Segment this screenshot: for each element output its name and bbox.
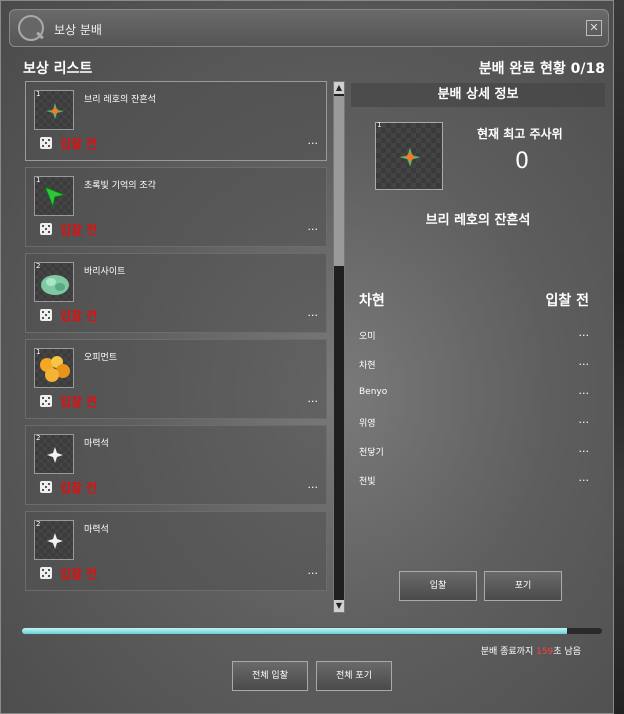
item-name: 브리 레호의 잔흔석: [84, 95, 156, 105]
crystal-icon: [47, 533, 63, 549]
bid-status: 입찰 전: [60, 395, 98, 409]
time-remaining-bar: [21, 627, 603, 635]
reward-item[interactable]: 1 브리 레호의 잔흔석 입찰 전 ...: [25, 81, 327, 161]
detail-item-slot: 1: [375, 121, 443, 190]
item-quantity: 2: [36, 520, 41, 528]
participant-roll: ...: [578, 471, 590, 484]
shuriken-icon: [46, 103, 64, 119]
reward-item[interactable]: 2 마력석 입찰 전 ...: [25, 425, 327, 505]
close-button[interactable]: ✕: [586, 20, 602, 36]
bid-all-button[interactable]: 전체 입찰: [232, 661, 308, 691]
participant-name: 차현: [359, 361, 376, 371]
participant-roll: ...: [578, 355, 590, 368]
item-name: 바리사이트: [84, 267, 126, 277]
more-button[interactable]: ...: [308, 306, 319, 319]
shuriken-icon: [399, 147, 421, 167]
scroll-thumb[interactable]: [334, 96, 344, 266]
participant-roll: ...: [578, 413, 590, 426]
reward-list: 1 브리 레호의 잔흔석 입찰 전 ... 1 초록빛 기억의 조각 입찰 전: [23, 81, 331, 613]
item-quantity: 1: [36, 90, 41, 98]
timer-seconds: 159: [536, 647, 554, 657]
item-slot: 1: [34, 176, 74, 216]
time-remaining-text: 분배 종료까지 159초 남음: [481, 644, 581, 657]
participant-roll: ...: [578, 326, 590, 339]
participant-roll: ...: [578, 384, 590, 397]
participant-name: 위영: [359, 419, 376, 429]
scroll-down-icon[interactable]: ▼: [334, 600, 344, 612]
detail-header: 분배 상세 정보: [351, 83, 605, 107]
distribution-progress: 분배 완료 현황 0/18: [479, 58, 605, 78]
highest-dice-value: 0: [515, 149, 529, 174]
dice-icon: [40, 481, 52, 493]
bid-button[interactable]: 입찰: [399, 571, 477, 601]
participant-name: 천닿기: [359, 448, 384, 458]
participant-column-header: 차현: [359, 293, 385, 309]
time-remaining-fill: [22, 628, 568, 634]
timer-suffix: 초 남음: [553, 647, 581, 657]
gold-ore-icon: [40, 356, 70, 382]
dice-icon: [40, 137, 52, 149]
highest-dice-label: 현재 최고 주사위: [477, 127, 563, 141]
crystal-icon: [47, 447, 63, 463]
window-title: 보상 분배: [54, 23, 102, 37]
bid-status: 입찰 전: [60, 309, 98, 323]
participant-roll: ...: [578, 442, 590, 455]
participant-row: 위영 ...: [359, 413, 590, 434]
ore-icon: [41, 275, 69, 295]
dice-icon: [40, 309, 52, 321]
item-name: 마력석: [84, 525, 109, 535]
more-button[interactable]: ...: [308, 392, 319, 405]
bid-status: 입찰 전: [60, 481, 98, 495]
list-scrollbar[interactable]: ▲ ▼: [333, 81, 345, 613]
item-slot: 2: [34, 434, 74, 474]
search-heart-icon: [18, 15, 44, 41]
participant-row: 오미 ...: [359, 326, 590, 347]
pass-all-button[interactable]: 전체 포기: [316, 661, 392, 691]
item-name: 초록빛 기억의 조각: [84, 181, 156, 191]
participant-name: 오미: [359, 332, 376, 342]
more-button[interactable]: ...: [308, 564, 319, 577]
detail-item-name: 브리 레호의 잔흔석: [425, 213, 531, 228]
participant-row: Benyo ...: [359, 384, 590, 405]
item-quantity: 2: [36, 434, 41, 442]
item-name: 마력석: [84, 439, 109, 449]
item-quantity: 1: [36, 176, 41, 184]
participant-row: 천빛 ...: [359, 471, 590, 492]
reward-item[interactable]: 1 오피먼트 입찰 전 ...: [25, 339, 327, 419]
dice-icon: [40, 395, 52, 407]
dice-icon: [40, 567, 52, 579]
participant-name: Benyo: [359, 387, 388, 397]
item-slot: 2: [34, 520, 74, 560]
reward-list-title: 보상 리스트: [23, 61, 93, 77]
scroll-up-icon[interactable]: ▲: [334, 82, 344, 94]
progress-label: 분배 완료 현황: [478, 61, 566, 77]
dice-icon: [40, 223, 52, 235]
reward-item[interactable]: 2 바리사이트 입찰 전 ...: [25, 253, 327, 333]
reward-item[interactable]: 1 초록빛 기억의 조각 입찰 전 ...: [25, 167, 327, 247]
reward-distribution-window: 보상 분배 ✕ 보상 리스트 분배 완료 현황 0/18 1 브리 레호의 잔흔…: [0, 0, 614, 714]
bid-status: 입찰 전: [60, 223, 98, 237]
item-name: 오피먼트: [84, 353, 118, 363]
detail-item-quantity: 1: [377, 121, 382, 129]
reward-item[interactable]: 2 마력석 입찰 전 ...: [25, 511, 327, 591]
status-column-header: 입찰 전: [545, 293, 589, 309]
item-slot: 1: [34, 348, 74, 388]
pass-button[interactable]: 포기: [484, 571, 562, 601]
more-button[interactable]: ...: [308, 134, 319, 147]
title-bar[interactable]: 보상 분배 ✕: [9, 9, 609, 47]
timer-prefix: 분배 종료까지: [480, 647, 534, 657]
progress-value: 0/18: [570, 61, 605, 77]
green-shard-icon: [44, 186, 67, 209]
participant-row: 천닿기 ...: [359, 442, 590, 463]
item-slot: 2: [34, 262, 74, 302]
participant-row: 차현 ...: [359, 355, 590, 376]
bid-status: 입찰 전: [60, 567, 98, 581]
more-button[interactable]: ...: [308, 220, 319, 233]
more-button[interactable]: ...: [308, 478, 319, 491]
participant-name: 천빛: [359, 477, 376, 487]
item-slot: 1: [34, 90, 74, 130]
bid-status: 입찰 전: [60, 137, 98, 151]
